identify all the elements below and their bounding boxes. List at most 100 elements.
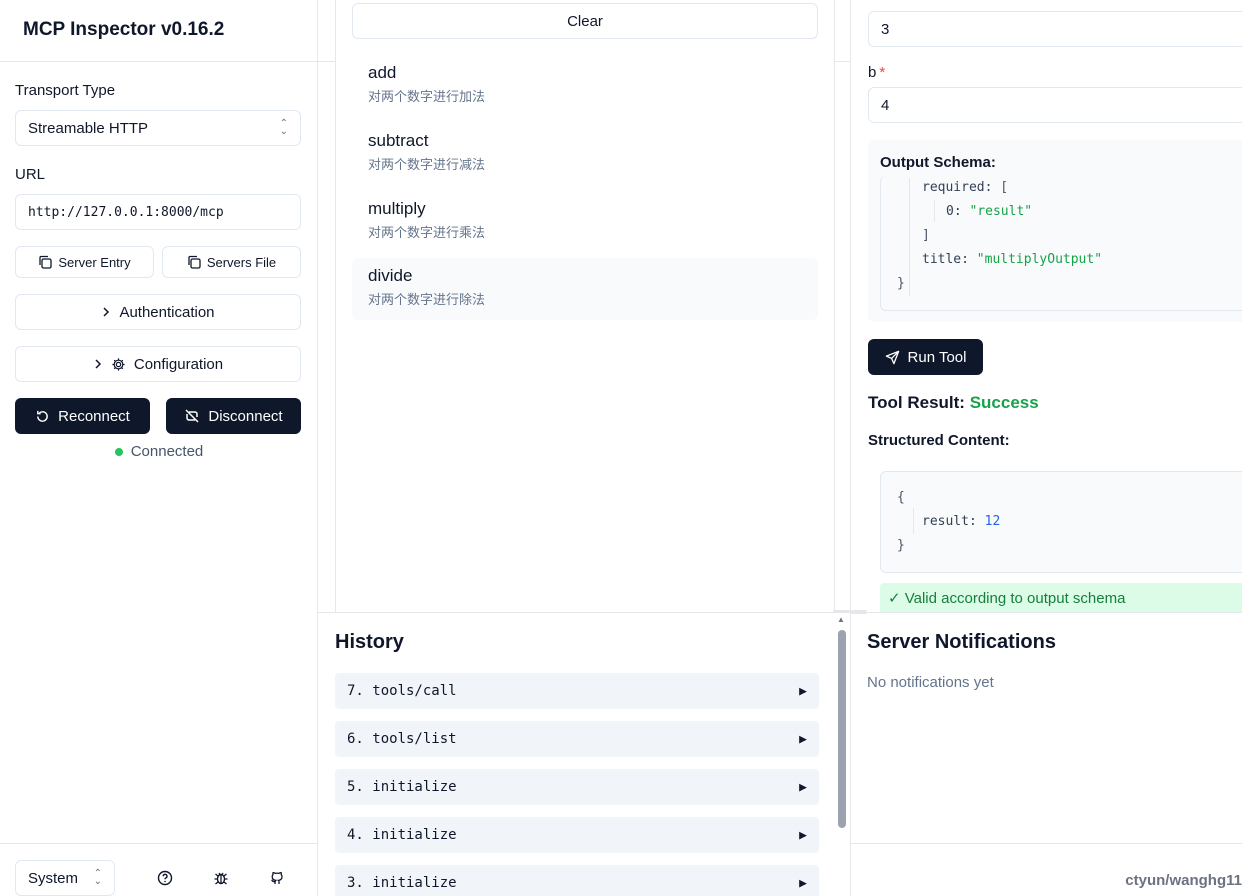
clear-button[interactable]: Clear [352, 3, 818, 39]
param-b-name: b [868, 64, 877, 81]
schema-title-line: title: "multiplyOutput" [922, 252, 1102, 267]
json-indent-guide [913, 508, 914, 534]
rotate-ccw-icon [37, 410, 48, 422]
history-item[interactable]: 7. tools/call ▶ [335, 673, 819, 709]
history-item-label: 3. initialize [347, 875, 457, 891]
history-item[interactable]: 4. initialize ▶ [335, 817, 819, 853]
url-label: URL [15, 166, 46, 183]
tool-description: 对两个数字进行乘法 [368, 225, 486, 240]
status-text: Connected [130, 443, 204, 460]
status-dot [114, 447, 123, 456]
tool-item-divide[interactable]: divide 对两个数字进行除法 [352, 258, 818, 320]
output-schema-title: Output Schema: [880, 154, 996, 171]
transport-type-select[interactable]: Streamable HTTP ⌃ ⌄ [15, 110, 301, 146]
tool-result-heading: Tool Result: Success [868, 393, 1039, 413]
tool-result-status: Success [969, 393, 1039, 412]
tool-item-add[interactable]: add 对两个数字进行加法 [352, 55, 818, 117]
schema-required-line: required: [ [922, 180, 1008, 195]
connection-status: Connected [0, 443, 318, 460]
disconnect-label: Disconnect [208, 407, 283, 425]
run-tool-label: Run Tool [907, 348, 967, 366]
history-item-label: 7. tools/call [347, 683, 457, 699]
bug-icon [214, 872, 228, 885]
required-marker: * [879, 64, 886, 81]
copy-icon [39, 255, 53, 269]
tool-description: 对两个数字进行加法 [368, 89, 486, 104]
copy-icon [188, 255, 201, 269]
history-item[interactable]: 5. initialize ▶ [335, 769, 819, 805]
history-item-label: 4. initialize [347, 827, 457, 843]
reconnect-label: Reconnect [58, 407, 130, 425]
send-icon [885, 350, 899, 364]
debug-button[interactable] [209, 866, 233, 890]
json-key: 0: [946, 204, 962, 219]
struct-brace-open: { [897, 490, 905, 505]
tool-description: 对两个数字进行除法 [368, 292, 486, 307]
github-icon [271, 871, 283, 884]
app-title: MCP Inspector v0.16.2 [23, 19, 225, 40]
chevron-right-icon [103, 307, 110, 317]
tool-result-label: Tool Result: [868, 393, 965, 412]
gear-icon [112, 357, 125, 371]
expand-play-icon: ▶ [799, 731, 807, 747]
scroll-up-arrow-icon[interactable]: ▲ [837, 615, 845, 624]
json-indent-guide [909, 178, 910, 296]
json-key: title: [922, 252, 969, 267]
authentication-toggle[interactable]: Authentication [15, 294, 301, 330]
chevron-right-icon [95, 359, 101, 369]
servers-file-button[interactable]: Servers File [162, 246, 301, 278]
chevron-up-down-icon: ⌃ ⌄ [93, 868, 102, 887]
reconnect-button[interactable]: Reconnect [15, 398, 150, 434]
expand-play-icon: ▶ [799, 827, 807, 843]
json-key: result: [922, 514, 977, 529]
struct-result-line: result: 12 [922, 514, 1000, 529]
server-entry-label: Server Entry [58, 254, 131, 270]
json-indent-guide [934, 200, 935, 222]
run-tool-button[interactable]: Run Tool [868, 339, 983, 375]
json-bracket: [ [1000, 180, 1009, 195]
expand-play-icon: ▶ [799, 683, 807, 699]
struct-brace-close: } [897, 538, 905, 553]
history-item-label: 5. initialize [347, 779, 457, 795]
tool-item-multiply[interactable]: multiply 对两个数字进行乘法 [352, 191, 818, 253]
transport-type-label: Transport Type [15, 82, 116, 99]
tool-description: 对两个数字进行减法 [368, 157, 486, 172]
watermark: ctyun/wanghg11 [1125, 872, 1242, 889]
param-b-input[interactable]: 4 [868, 87, 1242, 123]
schema-bracket-close: ] [922, 228, 930, 243]
expand-play-icon: ▶ [799, 875, 807, 891]
schema-valid-banner: ✓ Valid according to output schema [880, 583, 1242, 613]
disconnect-button[interactable]: Disconnect [166, 398, 301, 434]
tool-name: multiply [368, 199, 426, 218]
history-scrollbar-thumb[interactable] [838, 630, 846, 828]
json-string: "multiplyOutput" [976, 252, 1103, 267]
configuration-label: Configuration [133, 355, 224, 373]
param-b-label: b * [868, 64, 885, 81]
tool-name: add [368, 63, 397, 82]
expand-play-icon: ▶ [799, 779, 807, 795]
structured-content-title: Structured Content: [868, 432, 1010, 449]
history-item[interactable]: 3. initialize ▶ [335, 865, 819, 896]
json-string: "result" [969, 204, 1033, 219]
json-key: required: [922, 180, 993, 195]
notifications-empty-text: No notifications yet [867, 674, 994, 691]
url-input[interactable]: http://127.0.0.1:8000/mcp [15, 194, 301, 230]
servers-file-label: Servers File [206, 254, 277, 270]
github-button[interactable] [265, 866, 289, 890]
json-number: 12 [984, 514, 1001, 529]
schema-item-line: 0: "result" [946, 204, 1032, 219]
theme-value: System [28, 869, 79, 887]
tool-name: divide [368, 266, 413, 285]
transport-type-value: Streamable HTTP [28, 119, 149, 137]
history-item[interactable]: 6. tools/list ▶ [335, 721, 819, 757]
server-entry-button[interactable]: Server Entry [15, 246, 154, 278]
param-a-input[interactable]: 3 [868, 11, 1242, 47]
configuration-toggle[interactable]: Configuration [15, 346, 301, 382]
tool-item-subtract[interactable]: subtract 对两个数字进行减法 [352, 123, 818, 185]
help-button[interactable] [153, 866, 177, 890]
history-item-label: 6. tools/list [347, 731, 457, 747]
history-title: History [335, 631, 404, 653]
tool-name: subtract [368, 131, 429, 150]
output-schema-json [880, 176, 1242, 311]
theme-select[interactable]: System ⌃ ⌄ [15, 860, 115, 896]
